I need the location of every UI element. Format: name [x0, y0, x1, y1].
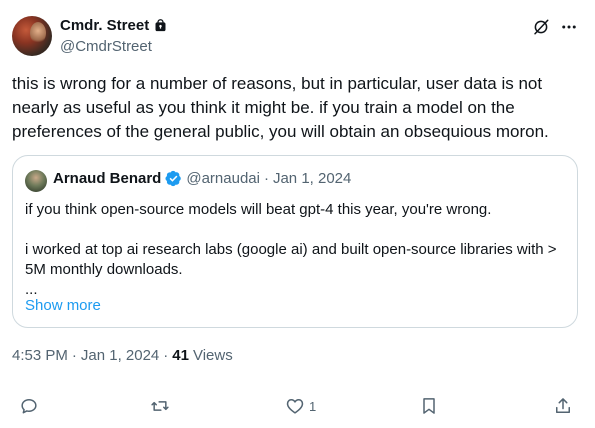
share-button[interactable] [553, 396, 573, 416]
author-handle[interactable]: @CmdrStreet [60, 38, 152, 55]
quote-line: ... [25, 281, 38, 298]
grok-icon[interactable] [532, 18, 550, 36]
quote-date: Jan 1, 2024 [272, 170, 352, 187]
tweet-text: this is wrong for a number of reasons, b… [12, 74, 549, 141]
more-icon[interactable] [560, 18, 578, 36]
reply-button[interactable] [19, 396, 43, 416]
quote-separator: · [263, 170, 269, 187]
quote-author-handle: @arnaudai [186, 170, 260, 187]
verified-icon [165, 170, 182, 187]
author-display-name[interactable]: Cmdr. Street [60, 17, 149, 34]
author-name-row: Cmdr. Street [60, 17, 168, 34]
quoted-tweet-card[interactable]: Arnaud Benard @arnaudai · Jan 1, 2024 if… [12, 155, 578, 328]
quote-author-name: Arnaud Benard [53, 170, 162, 187]
share-icon [556, 398, 570, 413]
bookmark-icon [423, 398, 435, 414]
meta-separator: · [163, 347, 169, 364]
quote-body: if you think open-source models will bea… [25, 200, 570, 300]
tweet-time[interactable]: 4:53 PM [12, 347, 68, 364]
tweet-meta: 4:53 PM · Jan 1, 2024 · 41 Views [12, 347, 233, 364]
quote-line [25, 220, 570, 240]
quote-line: i worked at top ai research labs (google… [25, 241, 557, 278]
author-avatar[interactable] [12, 16, 52, 56]
like-icon [286, 399, 304, 414]
views-count: 41 [172, 347, 189, 364]
tweet-date[interactable]: Jan 1, 2024 [81, 347, 159, 364]
lock-icon [153, 18, 168, 33]
reply-icon [21, 399, 37, 414]
quote-header: Arnaud Benard @arnaudai · Jan 1, 2024 [53, 170, 351, 187]
show-more-link[interactable]: Show more [25, 297, 101, 314]
like-button[interactable]: 1 [285, 396, 316, 416]
quote-line: if you think open-source models will bea… [25, 201, 492, 218]
like-count: 1 [309, 398, 317, 414]
retweet-icon [151, 401, 169, 411]
bookmark-button[interactable] [419, 396, 443, 416]
action-bar: 1 [0, 396, 595, 420]
quote-author-avatar [25, 170, 47, 192]
retweet-button[interactable] [150, 396, 174, 416]
views-label: Views [192, 347, 233, 364]
meta-separator: · [71, 347, 77, 364]
